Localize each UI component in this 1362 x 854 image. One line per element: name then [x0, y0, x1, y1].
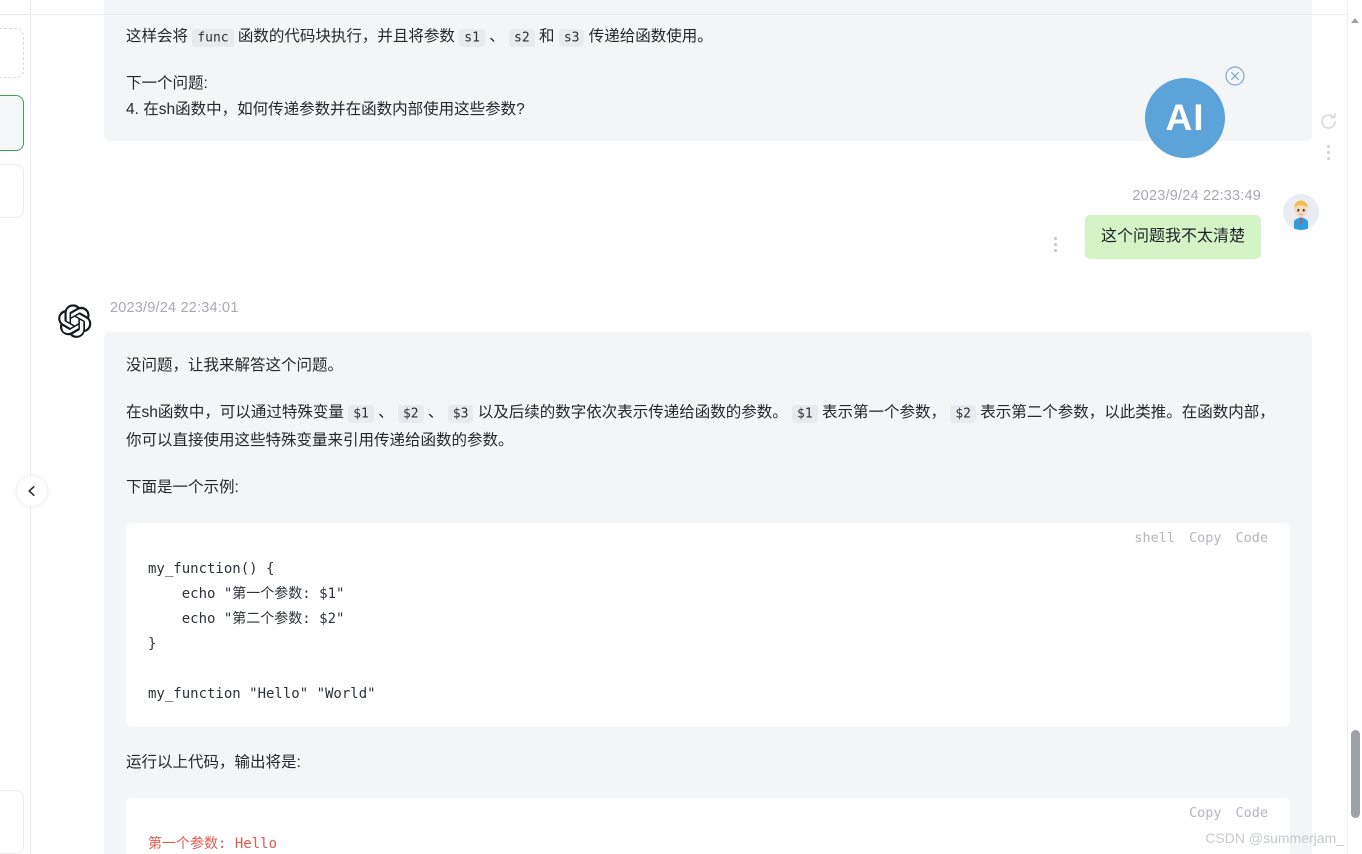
assistant-paragraph-4: 运行以上代码，输出将是: [126, 754, 301, 771]
next-question-label: 下一个问题: [126, 75, 208, 92]
more-vertical-icon[interactable] [1326, 145, 1330, 160]
inline-code: func [192, 28, 234, 47]
inline-code: s2 [509, 28, 535, 47]
user-message-more-menu[interactable] [1054, 237, 1057, 252]
close-circle-icon[interactable] [1225, 66, 1245, 86]
caret-up-icon[interactable] [1351, 18, 1359, 23]
text-span: 以及后续的数字依次表示传递给函数的参数。 [473, 404, 793, 421]
assistant-paragraph-2: 在sh函数中，可以通过特殊变量 $1 、 $2 、 $3 以及后续的数字依次表示… [126, 399, 1290, 454]
user-message-row: 2023/9/24 22:33:49 这个问题我不太清楚 [32, 188, 1329, 278]
copy-button-output[interactable]: Copy [1189, 800, 1222, 827]
text-span: 、 [484, 28, 510, 45]
text-span: 传递给函数使用。 [584, 28, 713, 45]
code-block-output: Copy Code 第一个参数: Hello 第二个参数: World [126, 798, 1290, 854]
text-span: 和 [534, 28, 559, 45]
text-span: 、 [373, 404, 398, 421]
rail-card-active-conversation[interactable] [0, 95, 24, 151]
code-block-output-content: 第一个参数: Hello 第二个参数: World [148, 836, 278, 852]
inline-code: $1 [348, 404, 374, 423]
text-span: 表示第一个参数， [817, 404, 951, 421]
sidebar-collapse-button[interactable] [17, 476, 47, 506]
code-block-content: my_function() { echo "第一个参数: $1" echo "第… [148, 561, 376, 702]
partial-paragraph-2: 下一个问题: 4. 在sh函数中，如何传递参数并在函数内部使用这些参数? [126, 71, 1290, 123]
user-avatar[interactable] [1283, 194, 1319, 230]
dot [1054, 237, 1057, 240]
code-language-label: shell [1134, 529, 1175, 546]
rail-top-divider [0, 14, 31, 15]
inline-code: $2 [950, 404, 976, 423]
chatgpt-logo-icon [56, 302, 94, 340]
code-block-header: shell Copy Code [126, 523, 1290, 553]
conversation-scroll-area[interactable]: 这样会将 func 函数的代码块执行，并且将参数 s1 、 s2 和 s3 传递… [32, 0, 1329, 854]
next-question-text: 4. 在sh函数中，如何传递参数并在函数内部使用这些参数? [126, 101, 525, 118]
dot [1326, 157, 1330, 160]
watermark: CSDN @summerjam_ [1205, 830, 1344, 846]
dot [1326, 145, 1330, 148]
ai-assistant-badge[interactable]: AI [1145, 78, 1225, 158]
dot [1054, 243, 1057, 246]
inline-code: $1 [792, 404, 818, 423]
text-span: 在sh函数中，可以通过特殊变量 [126, 404, 349, 421]
inline-code: s1 [459, 28, 485, 47]
refresh-icon[interactable] [1319, 112, 1338, 131]
scrollbar-thumb[interactable] [1351, 730, 1360, 818]
text-span: 函数的代码块执行，并且将参数 [233, 28, 460, 45]
assistant-message-bubble: 没问题，让我来解答这个问题。 在sh函数中，可以通过特殊变量 $1 、 $2 、… [104, 332, 1312, 854]
rail-card-new[interactable] [0, 28, 24, 78]
left-rail [0, 0, 31, 854]
inline-code: $3 [447, 404, 474, 423]
rail-card-conversation[interactable] [0, 164, 24, 218]
assistant-paragraph-1: 没问题，让我来解答这个问题。 [126, 357, 344, 374]
copy-button[interactable]: Copy [1189, 525, 1222, 552]
assistant-message-partial: 这样会将 func 函数的代码块执行，并且将参数 s1 、 s2 和 s3 传递… [104, 0, 1312, 141]
dot [1054, 249, 1057, 252]
partial-paragraph-1: 这样会将 func 函数的代码块执行，并且将参数 s1 、 s2 和 s3 传递… [126, 24, 1290, 51]
chevron-left-icon [26, 485, 38, 497]
chat-application: 这样会将 func 函数的代码块执行，并且将参数 s1 、 s2 和 s3 传递… [0, 0, 1362, 854]
dot [1326, 151, 1330, 154]
text-span: 、 [423, 404, 448, 421]
text-span: 这样会将 [126, 28, 193, 45]
user-message-bubble: 这个问题我不太清楚 [1084, 215, 1261, 259]
inline-code: s3 [558, 28, 585, 47]
top-divider [32, 14, 1347, 15]
assistant-message-timestamp: 2023/9/24 22:34:01 [110, 300, 239, 316]
code-block-shell: shell Copy Code my_function() { echo "第一… [126, 523, 1290, 727]
rail-card-conversation-bottom[interactable] [0, 790, 24, 854]
code-button[interactable]: Code [1235, 525, 1268, 552]
code-block-header-output: Copy Code [126, 798, 1290, 828]
inline-code: $2 [397, 404, 424, 423]
user-message-timestamp: 2023/9/24 22:33:49 [1132, 188, 1261, 204]
code-button-output[interactable]: Code [1235, 800, 1268, 827]
vertical-scrollbar[interactable] [1347, 0, 1362, 854]
message-side-actions [1316, 112, 1340, 160]
assistant-paragraph-3: 下面是一个示例: [126, 479, 239, 496]
